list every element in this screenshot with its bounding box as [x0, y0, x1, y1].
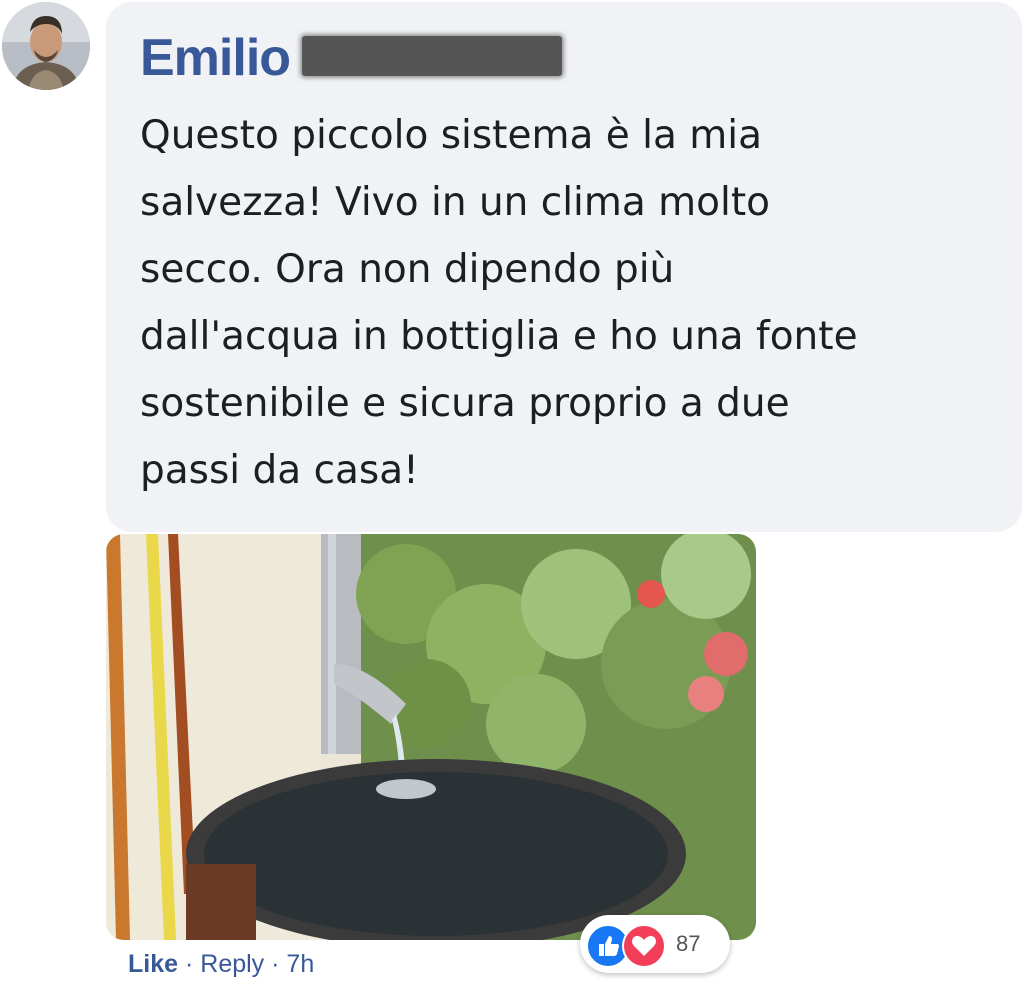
- comment-image[interactable]: [106, 534, 756, 940]
- reaction-summary[interactable]: 87: [580, 915, 730, 973]
- heart-icon: [622, 924, 666, 968]
- redacted-surname: [302, 36, 562, 76]
- timestamp[interactable]: 7h: [286, 950, 314, 978]
- reaction-count: 87: [676, 931, 701, 956]
- separator: ·: [271, 950, 280, 978]
- comment-actions: Like · Reply · 7h: [128, 950, 314, 979]
- separator: ·: [184, 950, 194, 978]
- reply-button[interactable]: Reply: [200, 950, 264, 978]
- avatar-photo: [2, 2, 90, 90]
- rain-barrel-photo: [106, 534, 756, 940]
- like-button[interactable]: Like: [128, 950, 178, 978]
- avatar[interactable]: [2, 2, 90, 90]
- comment-text: Questo piccolo sistema è la mia salvezza…: [140, 113, 858, 493]
- comment-author[interactable]: Emilio: [140, 28, 291, 88]
